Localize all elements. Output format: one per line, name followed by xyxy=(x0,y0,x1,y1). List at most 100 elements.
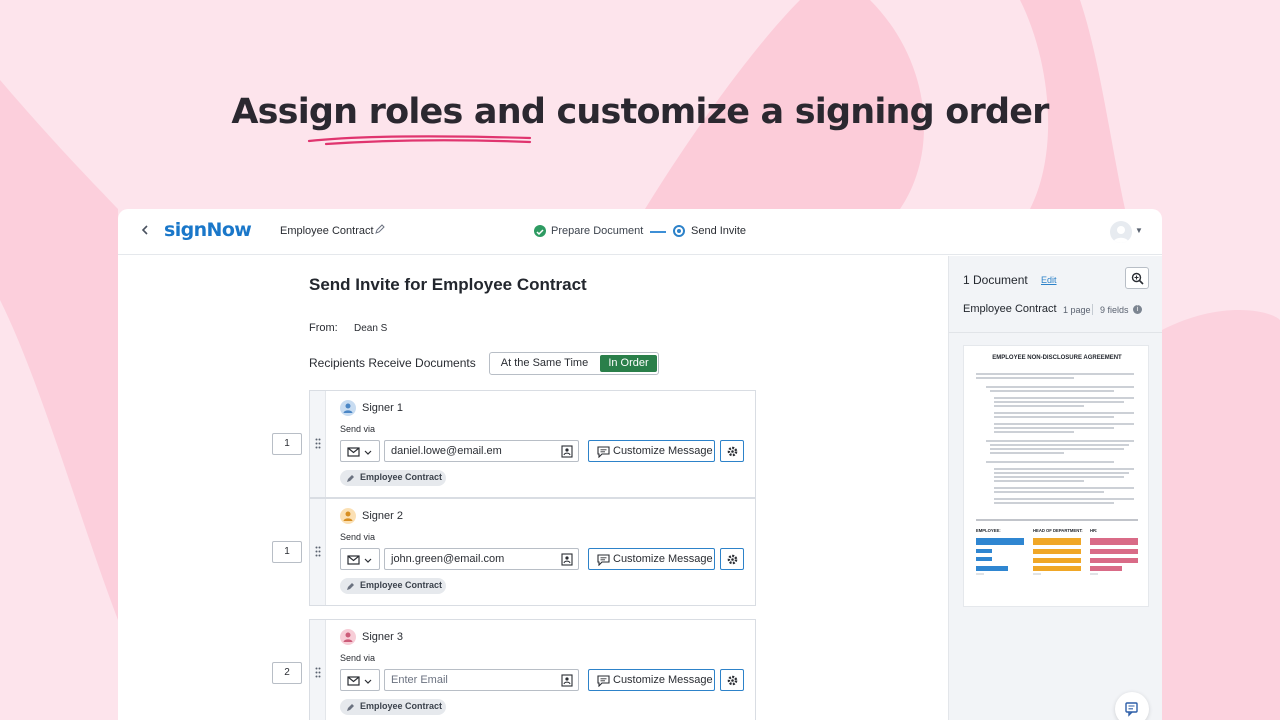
signer-person-icon xyxy=(340,629,356,645)
headline-highlight: Assign roles xyxy=(231,92,463,132)
toggle-same-time[interactable]: At the Same Time xyxy=(491,354,598,373)
sidebar-divider xyxy=(949,332,1162,333)
order-toggle: At the Same Time In Order xyxy=(489,352,659,375)
drag-handle-icon[interactable] xyxy=(315,546,321,557)
document-title[interactable]: Employee Contract xyxy=(280,225,374,237)
document-chip: Employee Contract xyxy=(340,699,446,715)
customize-message-label: Customize Message xyxy=(613,553,713,565)
signer-settings-button[interactable] xyxy=(720,440,744,462)
signature-pen-icon xyxy=(347,704,354,711)
page-count: 1 page xyxy=(1063,305,1091,315)
drag-handle-icon[interactable] xyxy=(315,438,321,449)
send-via-label: Send via xyxy=(340,424,376,434)
zoom-in-icon xyxy=(1131,272,1144,285)
edit-documents-link[interactable]: Edit xyxy=(1041,275,1057,285)
info-icon[interactable]: i xyxy=(1133,305,1142,314)
headline-rest: and customize a signing order xyxy=(462,92,1050,132)
drag-handle-icon[interactable] xyxy=(315,667,321,678)
headline-underline xyxy=(307,135,532,146)
message-bubble-icon xyxy=(597,675,610,687)
recipients-label: Recipients Receive Documents xyxy=(309,356,476,370)
email-input[interactable]: daniel.lowe@email.em xyxy=(384,440,579,462)
signer-person-icon xyxy=(340,508,356,524)
contacts-book-icon[interactable] xyxy=(561,445,573,458)
envelope-icon xyxy=(347,447,372,457)
email-input[interactable]: john.green@email.com xyxy=(384,548,579,570)
signer-settings-button[interactable] xyxy=(720,669,744,691)
signer-settings-button[interactable] xyxy=(720,548,744,570)
send-via-label: Send via xyxy=(340,532,376,542)
signer-person-icon xyxy=(340,400,356,416)
customize-message-button[interactable]: Customize Message xyxy=(588,548,715,570)
thumbnail-role-label: EMPLOYEE: xyxy=(976,528,1001,533)
signer-card: Signer 1 Send via daniel.lowe@email.em C… xyxy=(309,390,756,498)
sidebar-document-name[interactable]: Employee Contract xyxy=(963,303,1057,315)
thumbnail-fields-employee xyxy=(976,538,1024,571)
document-chip-label: Employee Contract xyxy=(360,580,443,590)
user-avatar[interactable] xyxy=(1110,221,1132,243)
envelope-icon xyxy=(347,676,372,686)
avatar-caret-icon[interactable]: ▼ xyxy=(1135,226,1143,235)
signature-pen-icon xyxy=(347,475,354,482)
contacts-book-icon[interactable] xyxy=(561,553,573,566)
zoom-button[interactable] xyxy=(1125,267,1149,289)
contacts-book-icon[interactable] xyxy=(561,674,573,687)
thumbnail-role-label: HR: xyxy=(1090,528,1097,533)
signer-card: Signer 3 Send via Enter Email Customize … xyxy=(309,619,756,720)
signer-name: Signer 1 xyxy=(362,402,403,414)
message-bubble-icon xyxy=(597,554,610,566)
envelope-icon xyxy=(347,555,372,565)
step-prepare-document[interactable]: Prepare Document xyxy=(551,225,643,237)
from-label: From: xyxy=(309,322,338,334)
document-sidebar: 1 Document Edit Employee Contract 1 page… xyxy=(948,256,1162,720)
signer-card: Signer 2 Send via john.green@email.com C… xyxy=(309,498,756,606)
send-via-select[interactable] xyxy=(340,440,380,462)
customize-message-button[interactable]: Customize Message xyxy=(588,440,715,462)
send-via-select[interactable] xyxy=(340,669,380,691)
headline: Assign roles and customize a signing ord… xyxy=(0,92,1280,132)
signer-name: Signer 3 xyxy=(362,631,403,643)
step-complete-check-icon xyxy=(534,225,546,237)
send-via-select[interactable] xyxy=(340,548,380,570)
edit-pencil-icon[interactable] xyxy=(375,224,385,237)
step-connector xyxy=(650,231,666,233)
gear-icon xyxy=(727,446,738,457)
drag-gutter[interactable] xyxy=(310,620,326,720)
document-chip-label: Employee Contract xyxy=(360,472,443,482)
signer-name: Signer 2 xyxy=(362,510,403,522)
email-value: john.green@email.com xyxy=(391,553,505,565)
from-value: Dean S xyxy=(354,323,388,334)
customize-message-label: Customize Message xyxy=(613,674,713,686)
thumbnail-fields-head xyxy=(1033,538,1081,571)
toggle-in-order[interactable]: In Order xyxy=(600,355,657,372)
step-send-invite[interactable]: Send Invite xyxy=(691,225,746,237)
thumbnail-body-text: EMPLOYEE: HEAD OF DEPARTMENT: HR: xyxy=(976,373,1138,575)
chat-support-button[interactable] xyxy=(1115,692,1149,720)
field-count: 9 fields xyxy=(1100,305,1129,315)
thumbnail-role-label: HEAD OF DEPARTMENT: xyxy=(1033,528,1083,533)
document-thumbnail[interactable]: EMPLOYEE NON-DISCLOSURE AGREEMENT EMPLOY… xyxy=(963,345,1149,607)
drag-gutter[interactable] xyxy=(310,499,326,605)
document-chip-label: Employee Contract xyxy=(360,701,443,711)
thumbnail-fields-hr xyxy=(1090,538,1138,571)
drag-gutter[interactable] xyxy=(310,391,326,497)
signing-order-input[interactable]: 1 xyxy=(272,433,302,455)
chat-icon xyxy=(1125,702,1138,717)
document-chip: Employee Contract xyxy=(340,470,446,486)
meta-separator xyxy=(1092,304,1093,315)
step-current-dot-icon xyxy=(673,225,685,237)
signing-order-input[interactable]: 2 xyxy=(272,662,302,684)
top-bar: signNow Employee Contract Prepare Docume… xyxy=(118,209,1162,255)
send-via-label: Send via xyxy=(340,653,376,663)
back-chevron-icon[interactable] xyxy=(140,222,154,240)
customize-message-label: Customize Message xyxy=(613,445,713,457)
message-bubble-icon xyxy=(597,446,610,458)
customize-message-button[interactable]: Customize Message xyxy=(588,669,715,691)
signing-order-input[interactable]: 1 xyxy=(272,541,302,563)
logo[interactable]: signNow xyxy=(164,219,252,241)
signature-pen-icon xyxy=(347,583,354,590)
document-chip: Employee Contract xyxy=(340,578,446,594)
gear-icon xyxy=(727,675,738,686)
app-window: signNow Employee Contract Prepare Docume… xyxy=(118,209,1162,720)
email-input[interactable]: Enter Email xyxy=(384,669,579,691)
